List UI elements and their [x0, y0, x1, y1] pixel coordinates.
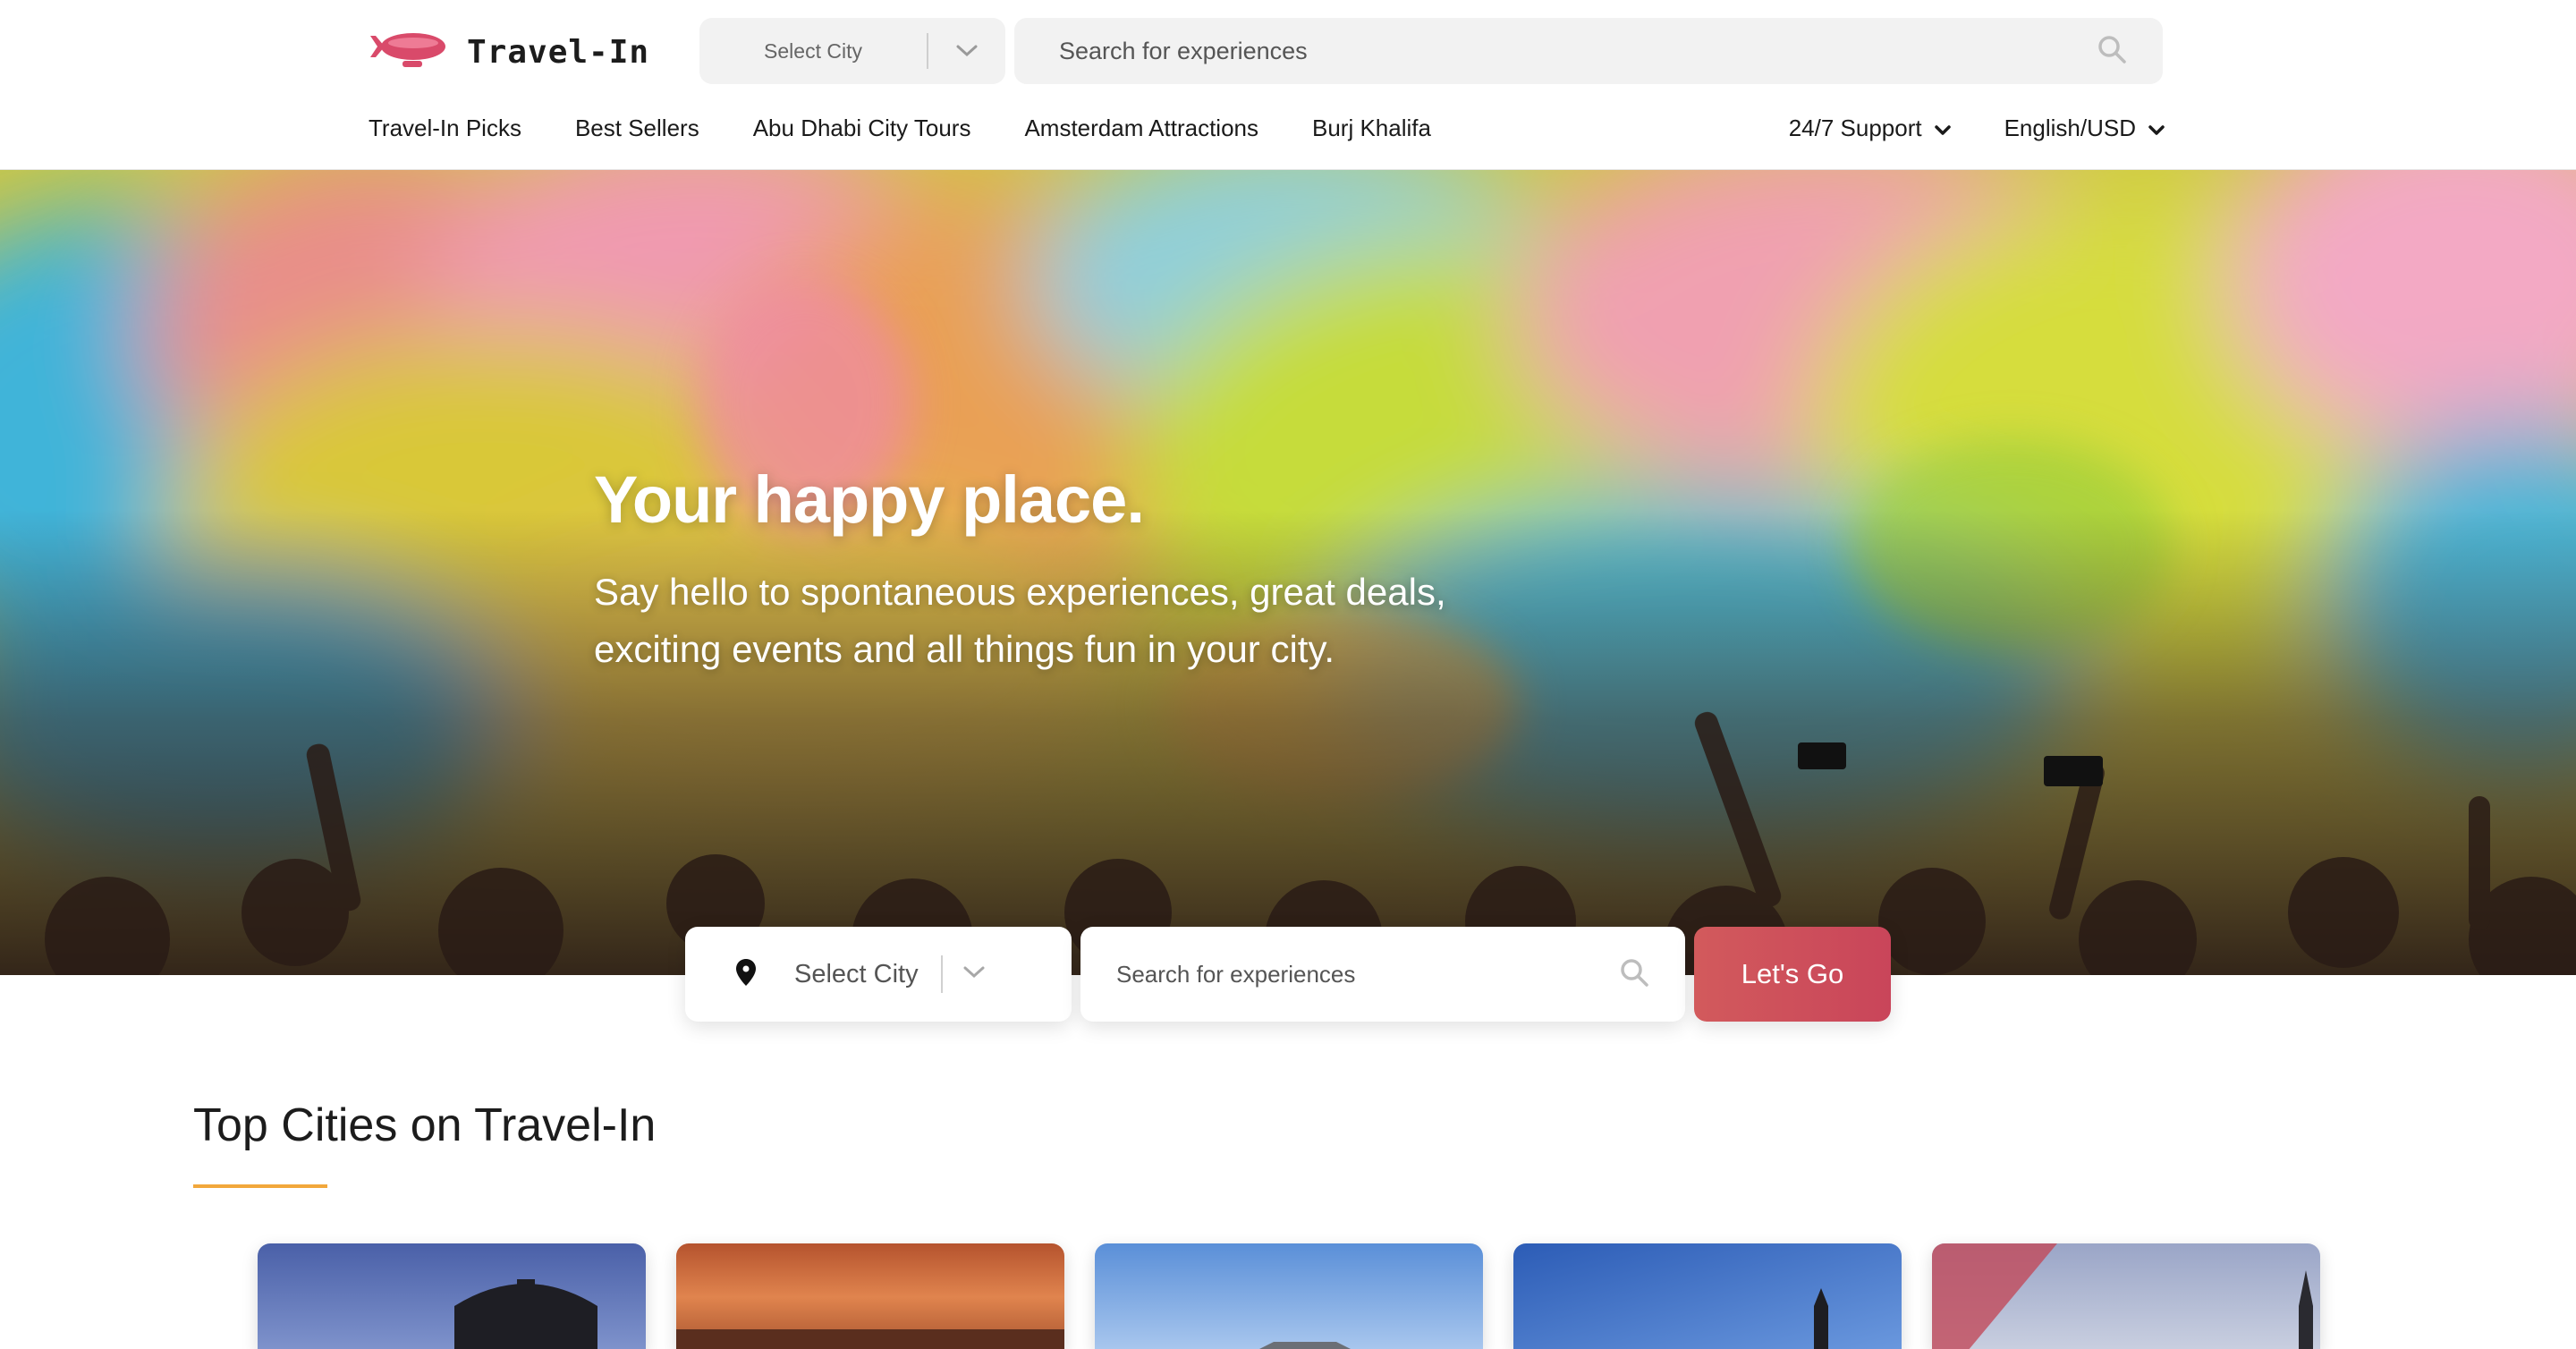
header-search-input[interactable]: Search for experiences: [1014, 18, 2163, 84]
hero-search-placeholder: Search for experiences: [1116, 960, 1356, 988]
hero-title: Your happy place.: [594, 462, 1145, 537]
hero-subtitle: Say hello to spontaneous experiences, gr…: [594, 571, 1446, 670]
header-city-select-label: Select City: [764, 38, 862, 63]
search-icon[interactable]: [2097, 34, 2127, 69]
search-icon[interactable]: [1619, 957, 1649, 992]
caret-down-icon: [2148, 115, 2165, 142]
nav-utilities: 24/7 Support English/USD: [1789, 115, 2165, 142]
locale-dropdown[interactable]: English/USD: [2004, 115, 2165, 142]
city-card[interactable]: [258, 1243, 646, 1349]
city-card[interactable]: [1095, 1243, 1483, 1349]
nav-item-burj-khalifa[interactable]: Burj Khalifa: [1312, 115, 1431, 142]
city-card-image: [1513, 1243, 1902, 1349]
lets-go-button[interactable]: Let's Go: [1694, 927, 1891, 1022]
city-card[interactable]: [1513, 1243, 1902, 1349]
nav-item-travel-in-picks[interactable]: Travel-In Picks: [369, 115, 521, 142]
support-label: 24/7 Support: [1788, 115, 1922, 141]
support-dropdown[interactable]: 24/7 Support: [1789, 115, 1951, 142]
site-header: Travel-In Select City Search for experie…: [0, 0, 2576, 170]
nav-item-abu-dhabi-city-tours[interactable]: Abu Dhabi City Tours: [753, 115, 971, 142]
hero-search-input[interactable]: Search for experiences: [1080, 927, 1685, 1022]
city-card-image: [1932, 1243, 2320, 1349]
divider: [941, 955, 943, 993]
nav-item-amsterdam-attractions[interactable]: Amsterdam Attractions: [1024, 115, 1258, 142]
nav-item-best-sellers[interactable]: Best Sellers: [575, 115, 699, 142]
header-city-select[interactable]: Select City: [699, 18, 1005, 84]
section-title-underline: [193, 1184, 327, 1188]
city-card-image: [258, 1243, 646, 1349]
location-pin-icon: [735, 958, 757, 991]
brand-name: Travel-In: [467, 34, 650, 71]
main-nav: Travel-In Picks Best Sellers Abu Dhabi C…: [369, 115, 1431, 142]
caret-down-icon: [1934, 115, 1951, 142]
airship-logo-icon: [367, 27, 449, 78]
chevron-down-icon[interactable]: [928, 44, 1005, 58]
section-title: Top Cities on Travel-In: [193, 1099, 657, 1151]
city-card[interactable]: [1932, 1243, 2320, 1349]
city-card-image: [676, 1243, 1064, 1349]
hero-banner: Your happy place. Say hello to spontaneo…: [0, 170, 2576, 975]
chevron-down-icon[interactable]: [962, 965, 986, 984]
city-card[interactable]: [676, 1243, 1064, 1349]
hero-city-select-label: Select City: [794, 959, 919, 988]
city-card-image: [1095, 1243, 1483, 1349]
hero-city-select[interactable]: Select City: [685, 927, 1072, 1022]
header-search-placeholder: Search for experiences: [1059, 37, 1308, 64]
brand-logo[interactable]: Travel-In: [367, 27, 649, 78]
locale-label: English/USD: [2004, 115, 2136, 141]
